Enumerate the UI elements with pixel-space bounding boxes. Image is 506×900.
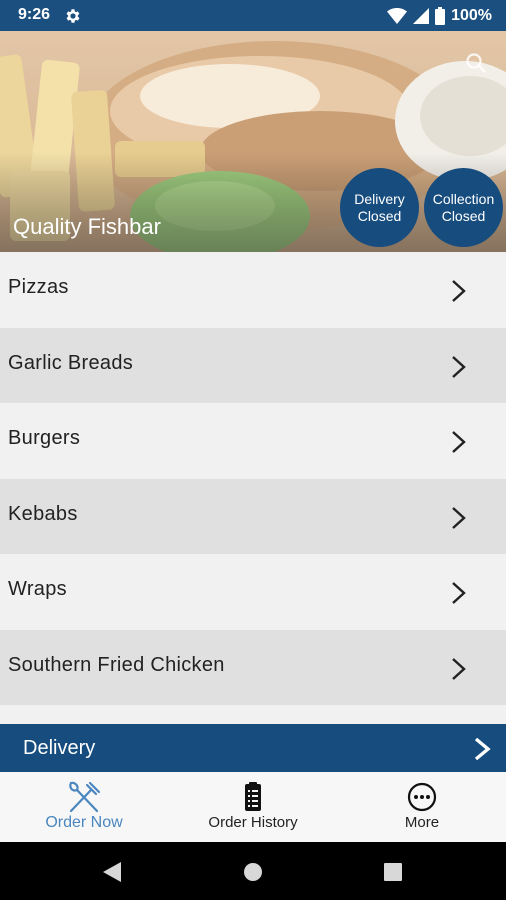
nav-order-history-label: Order History (208, 814, 298, 831)
status-right: 100% (387, 5, 492, 27)
category-row-pizzas[interactable]: Pizzas (0, 252, 506, 328)
search-icon[interactable] (464, 51, 488, 75)
category-label: Kebabs (8, 502, 78, 525)
fork-knife-icon (69, 781, 101, 813)
chevron-right-icon (452, 280, 466, 302)
chevron-right-icon (452, 657, 466, 680)
gear-icon (66, 9, 80, 23)
chevron-right-icon (452, 582, 466, 604)
more-dots-icon (407, 782, 437, 812)
battery-icon (435, 7, 446, 25)
bottom-nav: Order Now Order History More (0, 772, 506, 842)
chevron-right-icon (452, 431, 466, 453)
category-row-burgers[interactable]: Burgers (0, 403, 506, 479)
wifi-icon (387, 8, 408, 24)
collection-status-badge: Collection Closed (424, 168, 503, 247)
category-row-partial (0, 705, 506, 724)
clipboard-list-icon (245, 782, 261, 811)
category-row-southern-fried-chicken[interactable]: Southern Fried Chicken (0, 629, 506, 705)
system-nav-bar (0, 842, 506, 900)
chevron-right-icon (452, 506, 466, 529)
chevron-right-icon (452, 355, 466, 378)
delivery-status-line2: Closed (357, 207, 402, 224)
delivery-status-badge: Delivery Closed (340, 168, 419, 247)
signal-icon (413, 8, 430, 24)
collection-status-line2: Closed (441, 207, 486, 224)
delivery-mode-bar[interactable]: Delivery (0, 724, 506, 772)
category-label: Wraps (8, 578, 67, 601)
delivery-mode-label: Delivery (23, 737, 96, 759)
back-icon[interactable] (102, 861, 122, 883)
category-row-kebabs[interactable]: Kebabs (0, 478, 506, 554)
nav-more-label: More (404, 814, 440, 831)
status-time: 9:26 (18, 6, 51, 23)
nav-order-now[interactable]: Order Now (0, 772, 168, 842)
nav-order-now-label: Order Now (45, 814, 123, 831)
recents-icon[interactable] (384, 863, 402, 881)
category-label: Southern Fried Chicken (8, 653, 225, 676)
status-bar: 9:26 100% (0, 0, 506, 31)
nav-more[interactable]: More (338, 772, 506, 842)
chevron-right-icon (474, 737, 491, 761)
collection-status-line1: Collection (432, 190, 495, 207)
category-label: Garlic Breads (8, 351, 134, 374)
category-row-wraps[interactable]: Wraps (0, 554, 506, 630)
delivery-status-line1: Delivery (354, 190, 405, 207)
category-row-garlic-breads[interactable]: Garlic Breads (0, 327, 506, 403)
nav-order-history[interactable]: Order History (169, 772, 337, 842)
home-icon[interactable] (243, 862, 263, 882)
category-label: Pizzas (8, 276, 69, 299)
battery-percent: 100% (451, 7, 492, 24)
category-list: Pizzas Garlic Breads Burgers Kebabs Wrap… (0, 252, 506, 705)
category-label: Burgers (8, 427, 81, 450)
restaurant-name: Quality Fishbar (13, 214, 161, 239)
